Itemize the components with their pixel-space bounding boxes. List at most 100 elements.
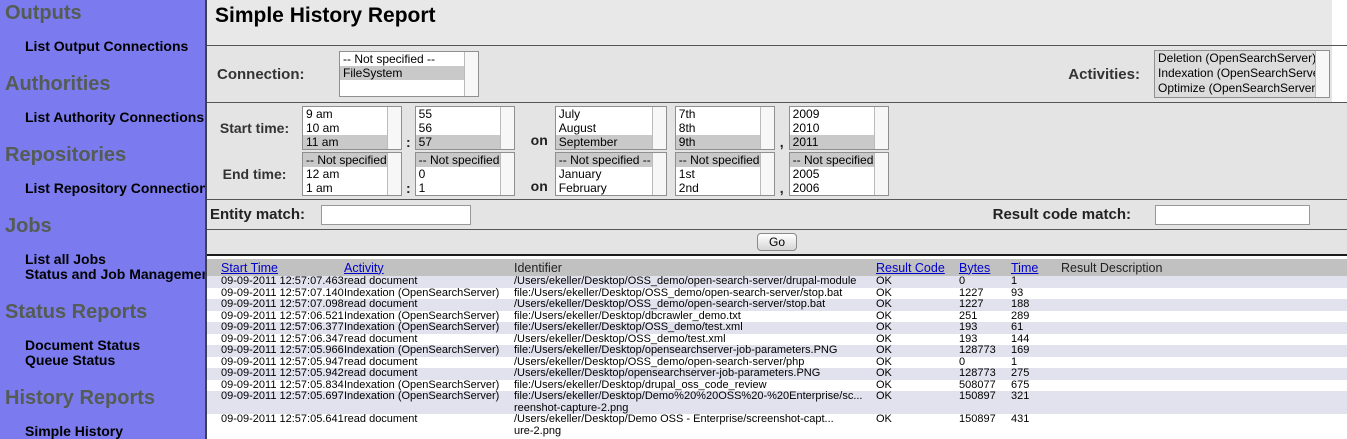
- scrollbar[interactable]: [387, 107, 401, 149]
- table-row: 09-09-2011 12:57:05.641read document/Use…: [207, 414, 1347, 437]
- start-day-listbox[interactable]: 7th8th9th: [675, 106, 775, 150]
- sidebar-item-status-and-job-management[interactable]: Status and Job Management: [0, 267, 205, 282]
- listbox-option[interactable]: Optimize (OpenSearchServer): [1155, 81, 1315, 96]
- cell-activity: read document: [344, 368, 514, 380]
- listbox-option[interactable]: -- Not specified --: [416, 153, 500, 167]
- connection-listbox[interactable]: -- Not specified --FileSystem: [339, 51, 479, 97]
- sidebar-item-queue-status[interactable]: Queue Status: [0, 353, 205, 368]
- scrollbar[interactable]: [500, 153, 514, 195]
- column-header-time[interactable]: Time: [1011, 259, 1061, 276]
- scrollbar[interactable]: [464, 52, 478, 96]
- sidebar-item-list-authority-connections[interactable]: List Authority Connections: [0, 110, 205, 125]
- listbox-option[interactable]: 10 am: [303, 121, 387, 135]
- scrollbar[interactable]: [874, 107, 888, 149]
- listbox-option[interactable]: 9th: [676, 135, 760, 149]
- listbox-option[interactable]: -- Not specified --: [556, 153, 652, 167]
- start-year-listbox[interactable]: 200920102011: [789, 106, 889, 150]
- end-month-listbox[interactable]: -- Not specified --JanuaryFebruary: [555, 152, 667, 196]
- activities-listbox[interactable]: Deletion (OpenSearchServer)Indexation (O…: [1154, 50, 1330, 98]
- listbox-option[interactable]: 56: [416, 121, 500, 135]
- cell-description: [1061, 380, 1347, 392]
- sidebar-item-list-repository-connections[interactable]: List Repository Connections: [0, 181, 205, 196]
- entity-match-input[interactable]: [321, 205, 471, 225]
- sidebar-item-document-status[interactable]: Document Status: [0, 338, 205, 353]
- column-header-start-time[interactable]: Start Time: [207, 259, 344, 276]
- scrollbar[interactable]: [652, 153, 666, 195]
- end-minute-listbox[interactable]: -- Not specified --01: [415, 152, 515, 196]
- scrollbar[interactable]: [1315, 51, 1329, 97]
- listbox-option[interactable]: January: [556, 167, 652, 181]
- cell-activity: Indexation (OpenSearchServer): [344, 288, 514, 300]
- scrollbar[interactable]: [874, 153, 888, 195]
- listbox-option[interactable]: 55: [416, 107, 500, 121]
- listbox-option[interactable]: 57: [416, 135, 500, 149]
- listbox-option[interactable]: 0: [416, 167, 500, 181]
- scrollbar[interactable]: [760, 107, 774, 149]
- cell-time: 321: [1011, 391, 1061, 414]
- cell-description: [1061, 345, 1347, 357]
- cell-result-code: OK: [876, 414, 959, 437]
- match-row: Entity match: Result code match:: [207, 200, 1347, 229]
- time-filter-section: Start time: 9 am10 am11 am : 555657 on J…: [207, 103, 1347, 199]
- cell-bytes: 150897: [959, 391, 1011, 414]
- listbox-option[interactable]: 7th: [676, 107, 760, 121]
- column-header-activity[interactable]: Activity: [344, 259, 514, 276]
- go-button[interactable]: Go: [757, 233, 797, 251]
- listbox-option[interactable]: -- Not specified --: [676, 153, 760, 167]
- sidebar-item-list-all-jobs[interactable]: List all Jobs: [0, 252, 205, 267]
- start-hour-listbox[interactable]: 9 am10 am11 am: [302, 106, 402, 150]
- end-day-listbox[interactable]: -- Not specified --1st2nd: [675, 152, 775, 196]
- sort-link[interactable]: Activity: [344, 261, 384, 275]
- listbox-option[interactable]: 2010: [790, 121, 874, 135]
- listbox-option[interactable]: 2006: [790, 181, 874, 195]
- end-year-listbox[interactable]: -- Not specified --20052006: [789, 152, 889, 196]
- cell-description: [1061, 322, 1347, 334]
- entity-match-label: Entity match:: [210, 206, 305, 223]
- sidebar-item-list-output-connections[interactable]: List Output Connections: [0, 39, 205, 54]
- listbox-option[interactable]: 1 am: [303, 181, 387, 195]
- listbox-option[interactable]: 9 am: [303, 107, 387, 121]
- start-month-listbox[interactable]: JulyAugustSeptember: [555, 106, 667, 150]
- listbox-option[interactable]: 8th: [676, 121, 760, 135]
- scrollbar[interactable]: [652, 107, 666, 149]
- scrollbar[interactable]: [500, 107, 514, 149]
- sort-link[interactable]: Time: [1011, 261, 1038, 275]
- result-code-match-input[interactable]: [1155, 205, 1310, 225]
- scrollbar[interactable]: [760, 153, 774, 195]
- listbox-option[interactable]: 1st: [676, 167, 760, 181]
- sort-link[interactable]: Start Time: [221, 261, 278, 275]
- listbox-option[interactable]: 1: [416, 181, 500, 195]
- listbox-option[interactable]: [340, 80, 464, 94]
- sort-link[interactable]: Result Code: [876, 261, 945, 275]
- listbox-option[interactable]: -- Not specified --: [303, 153, 387, 167]
- cell-identifier: file:/Users/ekeller/Desktop/OSS_demo/tes…: [514, 322, 876, 334]
- column-header-result-code[interactable]: Result Code: [876, 259, 959, 276]
- listbox-option[interactable]: July: [556, 107, 652, 121]
- cell-bytes: 193: [959, 334, 1011, 346]
- listbox-option[interactable]: 2011: [790, 135, 874, 149]
- sort-link[interactable]: Bytes: [959, 261, 990, 275]
- table-header-row: Start TimeActivityIdentifierResult CodeB…: [207, 259, 1347, 276]
- listbox-option[interactable]: 2nd: [676, 181, 760, 195]
- scrollbar[interactable]: [387, 153, 401, 195]
- listbox-option[interactable]: September: [556, 135, 652, 149]
- listbox-option[interactable]: 12 am: [303, 167, 387, 181]
- history-table: Start TimeActivityIdentifierResult CodeB…: [207, 259, 1347, 437]
- listbox-option[interactable]: Deletion (OpenSearchServer): [1155, 51, 1315, 66]
- listbox-option[interactable]: -- Not specified --: [790, 153, 874, 167]
- listbox-option[interactable]: FileSystem: [340, 66, 464, 80]
- listbox-option[interactable]: 2009: [790, 107, 874, 121]
- listbox-option[interactable]: 11 am: [303, 135, 387, 149]
- end-hour-listbox[interactable]: -- Not specified --12 am1 am: [302, 152, 402, 196]
- cell-identifier: file:/Users/ekeller/Desktop/drupal_oss_c…: [514, 380, 876, 392]
- listbox-option[interactable]: August: [556, 121, 652, 135]
- column-header-bytes[interactable]: Bytes: [959, 259, 1011, 276]
- cell-result-code: OK: [876, 368, 959, 380]
- start-minute-listbox[interactable]: 555657: [415, 106, 515, 150]
- listbox-option[interactable]: -- Not specified --: [340, 52, 464, 66]
- sidebar-item-simple-history[interactable]: Simple History: [0, 424, 205, 439]
- listbox-option[interactable]: February: [556, 181, 652, 195]
- cell-description: [1061, 334, 1347, 346]
- listbox-option[interactable]: 2005: [790, 167, 874, 181]
- listbox-option[interactable]: Indexation (OpenSearchServer): [1155, 66, 1315, 81]
